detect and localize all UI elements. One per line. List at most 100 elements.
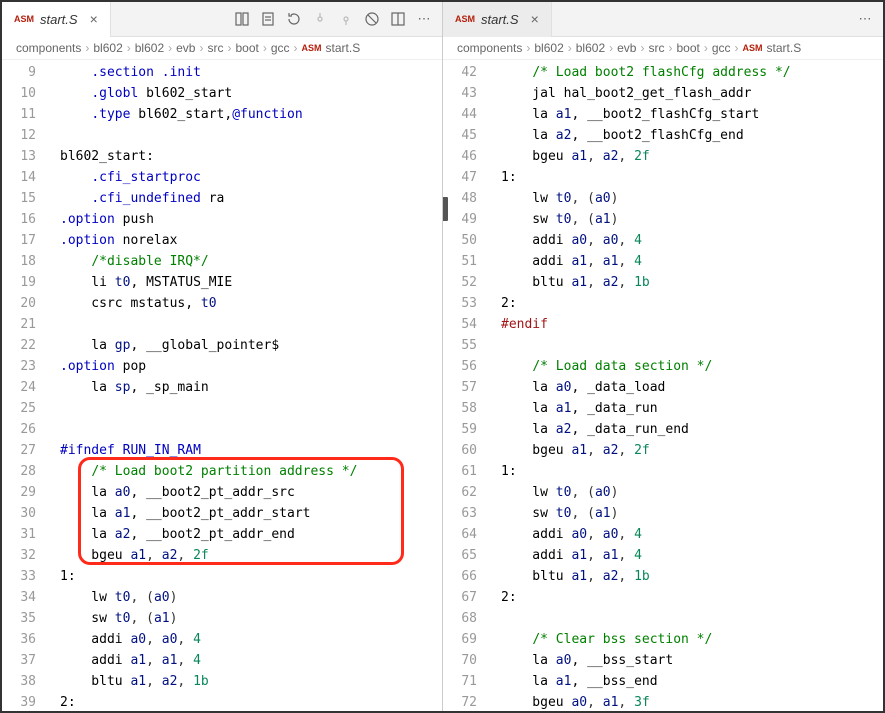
stop-icon[interactable] — [364, 11, 380, 27]
close-icon[interactable]: × — [531, 11, 539, 27]
breadcrumb-segment[interactable]: boot — [676, 41, 699, 55]
more-icon[interactable]: ⋯ — [857, 11, 873, 27]
line-number[interactable]: 32 — [2, 545, 36, 566]
line-number[interactable]: 68 — [443, 608, 477, 629]
breadcrumb-segment[interactable]: bl602 — [93, 41, 122, 55]
code-line[interactable]: 1: — [52, 566, 442, 587]
line-number[interactable]: 62 — [443, 482, 477, 503]
line-number[interactable]: 50 — [443, 230, 477, 251]
code-line[interactable]: .option pop — [52, 356, 442, 377]
more-icon[interactable]: ⋯ — [416, 11, 432, 27]
editor-right[interactable]: 4243444546474849505152535455565758596061… — [443, 60, 883, 711]
breadcrumb-segment[interactable]: src — [207, 41, 223, 55]
code-line[interactable]: addi a1, a1, 4 — [52, 650, 442, 671]
code-line[interactable]: lw t0, (a0) — [493, 482, 883, 503]
line-number[interactable]: 59 — [443, 419, 477, 440]
line-number[interactable]: 54 — [443, 314, 477, 335]
line-number[interactable]: 29 — [2, 482, 36, 503]
line-number[interactable]: 18 — [2, 251, 36, 272]
code-line[interactable]: 1: — [493, 461, 883, 482]
code-line[interactable]: 2: — [52, 692, 442, 711]
line-number[interactable]: 15 — [2, 188, 36, 209]
line-number[interactable]: 39 — [2, 692, 36, 711]
line-number[interactable]: 16 — [2, 209, 36, 230]
code-line[interactable]: sw t0, (a1) — [52, 608, 442, 629]
code-line[interactable]: .option norelax — [52, 230, 442, 251]
line-number[interactable]: 45 — [443, 125, 477, 146]
code-line[interactable]: la a0, __boot2_pt_addr_src — [52, 482, 442, 503]
code-line[interactable]: bltu a1, a2, 1b — [493, 272, 883, 293]
code-line[interactable]: /* Clear bss section */ — [493, 629, 883, 650]
code-line[interactable]: /*disable IRQ*/ — [52, 251, 442, 272]
code-line[interactable]: bl602_start: — [52, 146, 442, 167]
line-number[interactable]: 53 — [443, 293, 477, 314]
next-change-icon[interactable] — [338, 11, 354, 27]
code-line[interactable]: la a0, __bss_start — [493, 650, 883, 671]
tab-start-s-right[interactable]: ASM start.S × — [443, 2, 552, 37]
tab-start-s-left[interactable]: ASM start.S × — [2, 2, 111, 37]
line-number[interactable]: 10 — [2, 83, 36, 104]
line-number[interactable]: 37 — [2, 650, 36, 671]
line-number[interactable]: 24 — [2, 377, 36, 398]
line-number[interactable]: 23 — [2, 356, 36, 377]
line-number[interactable]: 43 — [443, 83, 477, 104]
code-left[interactable]: .section .init .globl bl602_start .type … — [52, 60, 442, 711]
code-line[interactable]: bltu a1, a2, 1b — [493, 566, 883, 587]
compare-icon[interactable] — [234, 11, 250, 27]
code-line[interactable]: li t0, MSTATUS_MIE — [52, 272, 442, 293]
code-line[interactable]: 2: — [493, 587, 883, 608]
code-line[interactable]: .cfi_undefined ra — [52, 188, 442, 209]
code-line[interactable] — [52, 125, 442, 146]
code-line[interactable]: .section .init — [52, 62, 442, 83]
line-number[interactable]: 66 — [443, 566, 477, 587]
code-line[interactable]: la a1, __boot2_pt_addr_start — [52, 503, 442, 524]
code-line[interactable]: .option push — [52, 209, 442, 230]
line-number[interactable]: 67 — [443, 587, 477, 608]
code-line[interactable]: .globl bl602_start — [52, 83, 442, 104]
prev-change-icon[interactable] — [312, 11, 328, 27]
line-number[interactable]: 48 — [443, 188, 477, 209]
line-number[interactable]: 9 — [2, 62, 36, 83]
editor-left[interactable]: 9101112131415161718192021222324252627282… — [2, 60, 442, 711]
breadcrumb-segment[interactable]: evb — [617, 41, 636, 55]
code-line[interactable]: bgeu a1, a2, 2f — [493, 440, 883, 461]
code-line[interactable]: lw t0, (a0) — [493, 188, 883, 209]
code-line[interactable]: la sp, _sp_main — [52, 377, 442, 398]
line-number[interactable]: 42 — [443, 62, 477, 83]
code-line[interactable]: /* Load boot2 flashCfg address */ — [493, 62, 883, 83]
line-number[interactable]: 20 — [2, 293, 36, 314]
split-handle[interactable] — [443, 197, 448, 221]
code-line[interactable]: la a2, __boot2_pt_addr_end — [52, 524, 442, 545]
code-line[interactable]: addi a0, a0, 4 — [493, 230, 883, 251]
code-line[interactable] — [52, 398, 442, 419]
line-number[interactable]: 56 — [443, 356, 477, 377]
line-number[interactable]: 58 — [443, 398, 477, 419]
code-line[interactable]: addi a1, a1, 4 — [493, 251, 883, 272]
line-number[interactable]: 36 — [2, 629, 36, 650]
line-number[interactable]: 30 — [2, 503, 36, 524]
code-line[interactable]: /* Load boot2 partition address */ — [52, 461, 442, 482]
revert-icon[interactable] — [286, 11, 302, 27]
line-number[interactable]: 35 — [2, 608, 36, 629]
code-line[interactable]: #ifndef RUN_IN_RAM — [52, 440, 442, 461]
line-number[interactable]: 47 — [443, 167, 477, 188]
code-line[interactable]: bgeu a1, a2, 2f — [52, 545, 442, 566]
line-number[interactable]: 33 — [2, 566, 36, 587]
code-line[interactable]: jal hal_boot2_get_flash_addr — [493, 83, 883, 104]
line-number[interactable]: 34 — [2, 587, 36, 608]
line-number[interactable]: 26 — [2, 419, 36, 440]
line-number[interactable]: 64 — [443, 524, 477, 545]
line-number[interactable]: 25 — [2, 398, 36, 419]
breadcrumb-segment[interactable]: boot — [235, 41, 258, 55]
breadcrumb-segment[interactable]: gcc — [712, 41, 731, 55]
breadcrumb-segment[interactable]: evb — [176, 41, 195, 55]
code-line[interactable]: addi a0, a0, 4 — [52, 629, 442, 650]
line-number[interactable]: 69 — [443, 629, 477, 650]
line-number[interactable]: 57 — [443, 377, 477, 398]
breadcrumb-right[interactable]: components›bl602›bl602›evb›src›boot›gcc›… — [443, 37, 883, 60]
line-number[interactable]: 60 — [443, 440, 477, 461]
line-number[interactable]: 71 — [443, 671, 477, 692]
breadcrumb-segment[interactable]: bl602 — [135, 41, 164, 55]
line-number[interactable]: 31 — [2, 524, 36, 545]
code-line[interactable]: bgeu a1, a2, 2f — [493, 146, 883, 167]
